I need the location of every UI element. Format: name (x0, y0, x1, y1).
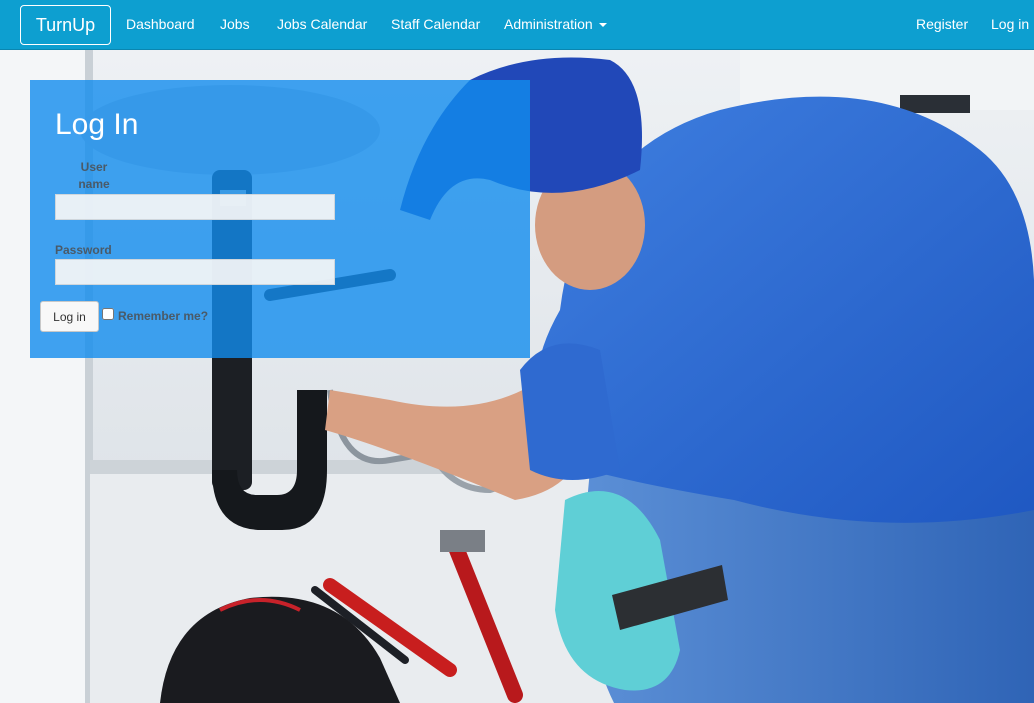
username-label: User name (78, 160, 110, 191)
nav-login[interactable]: Log in (991, 0, 1029, 49)
password-input[interactable] (55, 259, 335, 285)
password-label: Password (55, 243, 112, 257)
login-panel: Log In User name Password Log in Remembe… (30, 80, 530, 358)
nav-staff-calendar[interactable]: Staff Calendar (391, 0, 480, 49)
nav-jobs-calendar[interactable]: Jobs Calendar (277, 0, 367, 49)
top-navbar: TurnUp Dashboard Jobs Jobs Calendar Staf… (0, 0, 1034, 50)
nav-register[interactable]: Register (916, 0, 968, 49)
nav-administration-dropdown[interactable]: Administration (504, 0, 607, 49)
remember-me-label[interactable]: Remember me? (118, 309, 208, 323)
login-title: Log In (55, 108, 139, 141)
brand-logo-button[interactable]: TurnUp (20, 5, 111, 45)
login-submit-button[interactable]: Log in (40, 301, 99, 332)
caret-down-icon (598, 23, 607, 28)
remember-me-checkbox[interactable] (102, 308, 114, 320)
username-input[interactable] (55, 194, 335, 220)
nav-jobs[interactable]: Jobs (220, 0, 250, 49)
nav-dashboard[interactable]: Dashboard (126, 0, 195, 49)
nav-administration-label: Administration (504, 16, 593, 32)
